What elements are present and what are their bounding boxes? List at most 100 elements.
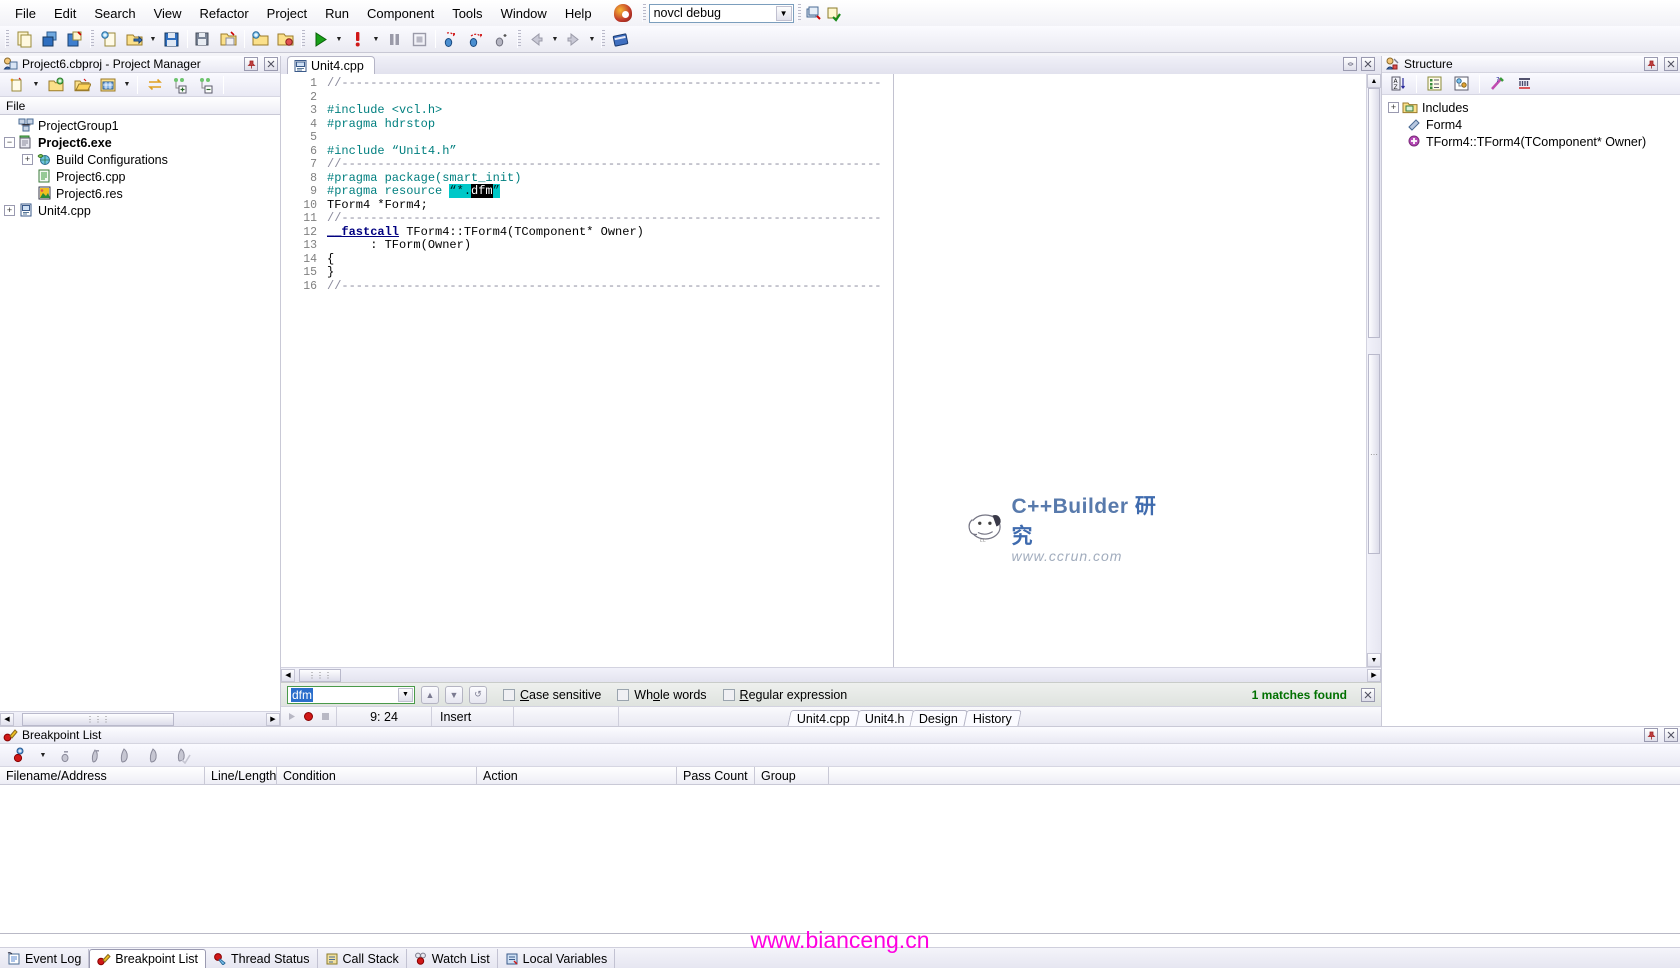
code-line[interactable]: #pragma package(smart_init) (321, 172, 1366, 186)
run-without-debugging-button[interactable] (346, 28, 369, 51)
column-filename-address[interactable]: Filename/Address (0, 767, 205, 785)
column-pass-count[interactable]: Pass Count (677, 767, 755, 785)
chevron-down-icon[interactable]: ▼ (776, 6, 792, 21)
run-dropdown-arrow[interactable]: ▼ (333, 28, 345, 51)
build-project-button[interactable] (804, 3, 824, 23)
breakpoint-close-icon[interactable] (1664, 728, 1678, 742)
run-button[interactable] (309, 28, 332, 51)
breakpoint-properties-button[interactable] (141, 744, 164, 767)
menu-view[interactable]: View (145, 3, 191, 24)
code-line[interactable]: #include <vcl.h> (321, 104, 1366, 118)
toolbar-grip-1[interactable] (5, 30, 9, 48)
search-history-dropdown-icon[interactable]: ▼ (398, 688, 413, 702)
menu-window[interactable]: Window (492, 3, 556, 24)
structure-view-button[interactable] (1450, 72, 1473, 95)
code-line[interactable]: #include “Unit4.h” (321, 145, 1366, 159)
checkbox-box[interactable] (503, 689, 515, 701)
sync-button[interactable] (143, 73, 166, 96)
breakpoint-pin-icon[interactable] (1644, 728, 1658, 742)
menu-refactor[interactable]: Refactor (191, 3, 258, 24)
code-line[interactable]: //--------------------------------------… (321, 77, 1366, 91)
column-group[interactable]: Group (755, 767, 829, 785)
editor-hscroll-thumb[interactable]: ⋮⋮⋮ (299, 669, 341, 682)
breakpoint-small-icon[interactable] (303, 711, 314, 722)
menu-component[interactable]: Component (358, 3, 443, 24)
code-line[interactable]: //--------------------------------------… (321, 158, 1366, 172)
structure-item-includes[interactable]: + Includes (1382, 99, 1680, 116)
tab-thread-status[interactable]: Thread Status (206, 949, 318, 968)
new-item-button[interactable] (5, 73, 28, 96)
save-button[interactable] (160, 28, 183, 51)
breakpoint-enable-all-button[interactable] (170, 744, 193, 767)
scroll-left-icon[interactable]: ◀ (0, 713, 14, 726)
vscroll-thumb[interactable]: ⋯ (1368, 354, 1380, 554)
code-line[interactable]: //--------------------------------------… (321, 280, 1366, 294)
code-line[interactable]: TForm4 *Form4; (321, 199, 1366, 213)
project-tree-hscrollbar[interactable]: ◀ ⋮⋮⋮ ▶ (0, 711, 280, 726)
code-line[interactable]: −__fastcall TForm4::TForm4(TComponent* O… (321, 226, 1366, 240)
grid-view-button[interactable] (96, 73, 119, 96)
editor-pin-icon[interactable] (1343, 57, 1357, 71)
code-line[interactable]: { (321, 253, 1366, 267)
expand-all-button[interactable] (169, 73, 192, 96)
find-next-button[interactable]: ▼ (445, 686, 463, 704)
stop-button[interactable] (408, 28, 431, 51)
run-small-icon[interactable] (286, 711, 297, 722)
hscroll-thumb[interactable]: ⋮⋮⋮ (22, 713, 174, 726)
scroll-up-icon[interactable]: ▲ (1367, 74, 1381, 88)
code-line[interactable] (321, 91, 1366, 105)
tab-watch-list[interactable]: Watch List (407, 949, 498, 968)
collapse-toggle-icon[interactable]: − (4, 137, 15, 148)
close-icon[interactable] (264, 57, 278, 71)
scroll-right-icon[interactable]: ▶ (266, 713, 280, 726)
open-file-button[interactable] (13, 28, 36, 51)
expand-toggle-icon[interactable]: + (4, 205, 15, 216)
collapse-all-button[interactable] (195, 73, 218, 96)
toolbar-grip-3[interactable] (301, 30, 305, 48)
find-previous-button[interactable]: ▲ (421, 686, 439, 704)
toolbar-grip-5[interactable] (601, 30, 605, 48)
structure-pin-icon[interactable] (1644, 57, 1658, 71)
add-breakpoint-dropdown-arrow[interactable]: ▼ (37, 744, 49, 767)
tree-item-project6-exe[interactable]: − Project6.exe (0, 134, 280, 151)
tree-item-build-configurations[interactable]: + Build Configurations (0, 151, 280, 168)
syntax-check-button[interactable] (824, 3, 844, 23)
view-tab-history[interactable]: History (964, 710, 1023, 727)
case-sensitive-checkbox[interactable]: Case sensitive (503, 688, 601, 702)
open-folder-button[interactable] (123, 28, 146, 51)
menu-project[interactable]: Project (258, 3, 316, 24)
code-line[interactable] (321, 131, 1366, 145)
toolbar-gripper-2[interactable] (797, 4, 801, 22)
navigate-forward-dropdown-arrow[interactable]: ▼ (586, 28, 598, 51)
tree-item-project6-cpp[interactable]: Project6.cpp (0, 168, 280, 185)
tree-item-projectgroup1[interactable]: ProjectGroup1 (0, 117, 280, 134)
editor-vscrollbar[interactable]: ▲ ⋯ ▼ (1366, 74, 1381, 667)
new-item-dropdown-arrow[interactable]: ▼ (30, 73, 42, 96)
column-line-length[interactable]: Line/Length (205, 767, 277, 785)
expand-toggle-icon[interactable]: + (1388, 102, 1399, 113)
add-folder-button[interactable] (44, 73, 67, 96)
code-line[interactable]: #pragma hdrstop (321, 118, 1366, 132)
structure-item-form4[interactable]: Form4 (1382, 116, 1680, 133)
tab-call-stack[interactable]: Call Stack (318, 949, 407, 968)
navigate-back-button[interactable] (525, 28, 548, 51)
toolbar-grip-2[interactable] (90, 30, 94, 48)
structure-item-tform4-ctor[interactable]: TForm4::TForm4(TComponent* Owner) (1382, 133, 1680, 150)
add-breakpoint-button[interactable] (9, 744, 32, 767)
tab-breakpoint-list[interactable]: Breakpoint List (89, 949, 206, 968)
code-line[interactable]: : TForm(Owner) (321, 239, 1366, 253)
close-search-icon[interactable] (1361, 688, 1375, 702)
code-line[interactable]: } (321, 266, 1366, 280)
menu-help[interactable]: Help (556, 3, 601, 24)
reopen-button[interactable] (63, 28, 86, 51)
navigate-forward-button[interactable] (562, 28, 585, 51)
breakpoint-list-body[interactable] (0, 785, 1680, 947)
menu-edit[interactable]: Edit (45, 3, 85, 24)
editor-scroll-left-icon[interactable]: ◀ (281, 669, 295, 682)
run-options-dropdown-arrow[interactable]: ▼ (370, 28, 382, 51)
open-folder-pm-button[interactable] (70, 73, 93, 96)
build-config-combo[interactable]: novcl debug ▼ (649, 4, 794, 23)
add-to-project-button[interactable] (249, 28, 272, 51)
open-dropdown-arrow[interactable]: ▼ (147, 28, 159, 51)
tab-event-log[interactable]: Event Log (0, 949, 89, 968)
